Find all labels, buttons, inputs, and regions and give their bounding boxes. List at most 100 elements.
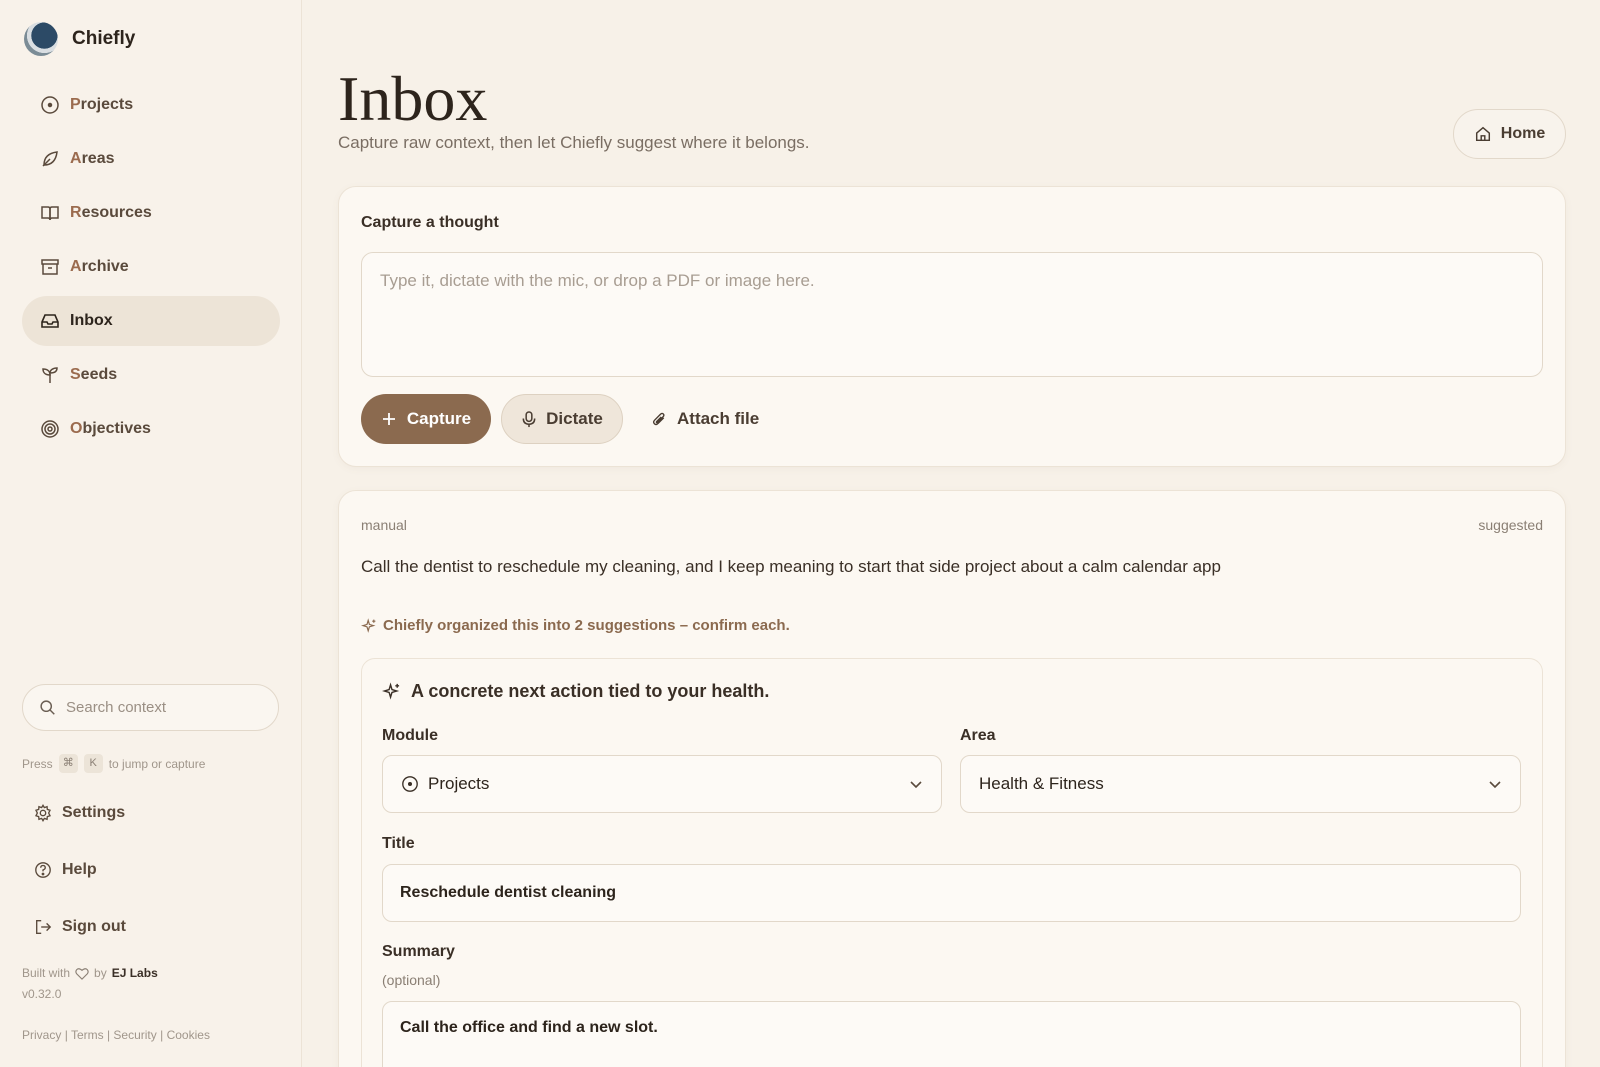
- module-select[interactable]: Projects: [382, 755, 942, 813]
- sidebar-item-label: Inbox: [70, 312, 113, 329]
- sidebar-item-projects[interactable]: Projects: [22, 80, 280, 130]
- area-value: Health & Fitness: [979, 774, 1104, 793]
- security-link[interactable]: Security: [113, 1028, 156, 1042]
- page-subtitle: Capture raw context, then let Chiefly su…: [338, 133, 810, 152]
- bullseye-icon: [41, 420, 59, 438]
- inbox-item-card: manual suggested Call the dentist to res…: [338, 490, 1566, 1067]
- attach-file-label: Attach file: [677, 409, 760, 428]
- capture-actions: Capture Dictate Attach file: [361, 394, 777, 444]
- heart-icon: [75, 967, 89, 980]
- sidebar-item-label: Resources: [70, 204, 152, 221]
- privacy-link[interactable]: Privacy: [22, 1028, 61, 1042]
- module-label: Module: [382, 727, 438, 744]
- area-label: Area: [960, 727, 996, 744]
- sidebar-nav: Projects Areas Resources Archive Inbox S…: [22, 80, 280, 458]
- sparkle-icon: [361, 617, 376, 633]
- dictate-button[interactable]: Dictate: [501, 394, 623, 444]
- brand[interactable]: Chiefly: [24, 22, 135, 56]
- ai-note-text: Chiefly organized this into 2 suggestion…: [383, 617, 790, 634]
- item-status: suggested: [1478, 517, 1543, 533]
- sidebar-item-resources[interactable]: Resources: [22, 188, 280, 238]
- separator: |: [106, 1028, 111, 1042]
- signout-link[interactable]: Sign out: [22, 898, 280, 955]
- module-value: Projects: [428, 774, 490, 793]
- sidebar-item-objectives[interactable]: Objectives: [22, 404, 280, 454]
- terms-link[interactable]: Terms: [71, 1028, 104, 1042]
- settings-label: Settings: [62, 803, 126, 821]
- summary-textarea[interactable]: Call the office and find a new slot.: [382, 1001, 1521, 1067]
- item-source: manual: [361, 517, 407, 533]
- paperclip-icon: [652, 412, 665, 425]
- kbd-command: ⌘: [58, 754, 78, 773]
- settings-link[interactable]: Settings: [22, 784, 280, 841]
- book-icon: [41, 206, 59, 221]
- app-version: v0.32.0: [22, 987, 62, 1001]
- cookies-link[interactable]: Cookies: [167, 1028, 210, 1042]
- capture-button[interactable]: Capture: [361, 394, 491, 444]
- sidebar-item-archive[interactable]: Archive: [22, 242, 280, 292]
- sprout-icon: [42, 367, 58, 383]
- sidebar-item-label: Archive: [70, 258, 129, 275]
- plus-icon: [382, 413, 395, 425]
- sidebar-item-seeds[interactable]: Seeds: [22, 350, 280, 400]
- help-label: Help: [62, 860, 97, 878]
- kbd-k: K: [83, 754, 103, 773]
- leaf-icon: [42, 151, 58, 167]
- suggestion-card: A concrete next action tied to your heal…: [361, 658, 1543, 1067]
- area-select[interactable]: Health & Fitness: [960, 755, 1521, 813]
- hint-prefix: Press: [22, 756, 53, 771]
- dictate-button-label: Dictate: [546, 409, 603, 428]
- built-prefix: Built with: [22, 966, 71, 980]
- bottom-nav: Settings Help Sign out: [22, 784, 280, 955]
- search-input[interactable]: [66, 699, 256, 716]
- capture-label: Capture a thought: [361, 214, 499, 231]
- sidebar-item-inbox[interactable]: Inbox: [22, 296, 280, 346]
- brand-name: Chiefly: [72, 28, 136, 49]
- capture-textarea[interactable]: [361, 252, 1543, 377]
- home-button[interactable]: Home: [1453, 109, 1566, 159]
- search-icon: [40, 700, 55, 715]
- company-name[interactable]: EJ Labs: [112, 966, 158, 980]
- inbox-icon: [41, 314, 59, 328]
- suggestion-heading: A concrete next action tied to your heal…: [382, 681, 769, 702]
- chevron-down-icon: [910, 781, 922, 789]
- help-link[interactable]: Help: [22, 841, 280, 898]
- sidebar: Chiefly Projects Areas Resources Archive…: [0, 0, 302, 1067]
- microphone-icon: [522, 410, 536, 427]
- sign-out-icon: [36, 919, 52, 934]
- target-circle-icon: [402, 776, 418, 792]
- built-with: Built with by EJ Labs: [22, 966, 158, 980]
- archive-box-icon: [41, 259, 59, 275]
- main-content: Inbox Capture raw context, then let Chie…: [303, 0, 1600, 1067]
- title-label: Title: [382, 835, 415, 852]
- ai-note: Chiefly organized this into 2 suggestion…: [361, 617, 790, 634]
- target-circle-icon: [41, 96, 59, 114]
- help-circle-icon: [35, 861, 51, 878]
- item-raw-text: Call the dentist to reschedule my cleani…: [361, 557, 1221, 576]
- summary-optional: (optional): [382, 972, 441, 988]
- built-by: by: [94, 966, 107, 980]
- title-input[interactable]: [382, 864, 1521, 922]
- suggestion-heading-text: A concrete next action tied to your heal…: [411, 681, 770, 701]
- shortcut-hint: Press ⌘ K to jump or capture: [22, 754, 205, 773]
- search-box[interactable]: [22, 684, 279, 731]
- sparkle-icon: [382, 682, 400, 700]
- attach-file-button[interactable]: Attach file: [633, 394, 777, 444]
- sidebar-item-label: Areas: [70, 150, 115, 167]
- capture-button-label: Capture: [406, 409, 472, 428]
- capture-card: Capture a thought Capture Dictate Attach…: [338, 186, 1566, 467]
- page-title: Inbox: [338, 63, 488, 134]
- separator: |: [64, 1028, 68, 1042]
- summary-label: Summary: [382, 943, 455, 960]
- brand-logo-icon: [24, 22, 58, 56]
- sidebar-item-label: Projects: [70, 96, 134, 113]
- home-label: Home: [1500, 125, 1546, 142]
- separator: |: [160, 1028, 164, 1042]
- hint-suffix: to jump or capture: [108, 756, 206, 771]
- signout-label: Sign out: [62, 917, 126, 935]
- gear-icon: [35, 803, 51, 822]
- sidebar-item-areas[interactable]: Areas: [22, 134, 280, 184]
- sidebar-item-label: Objectives: [70, 420, 151, 437]
- chevron-down-icon: [1489, 781, 1501, 789]
- sidebar-item-label: Seeds: [70, 366, 118, 383]
